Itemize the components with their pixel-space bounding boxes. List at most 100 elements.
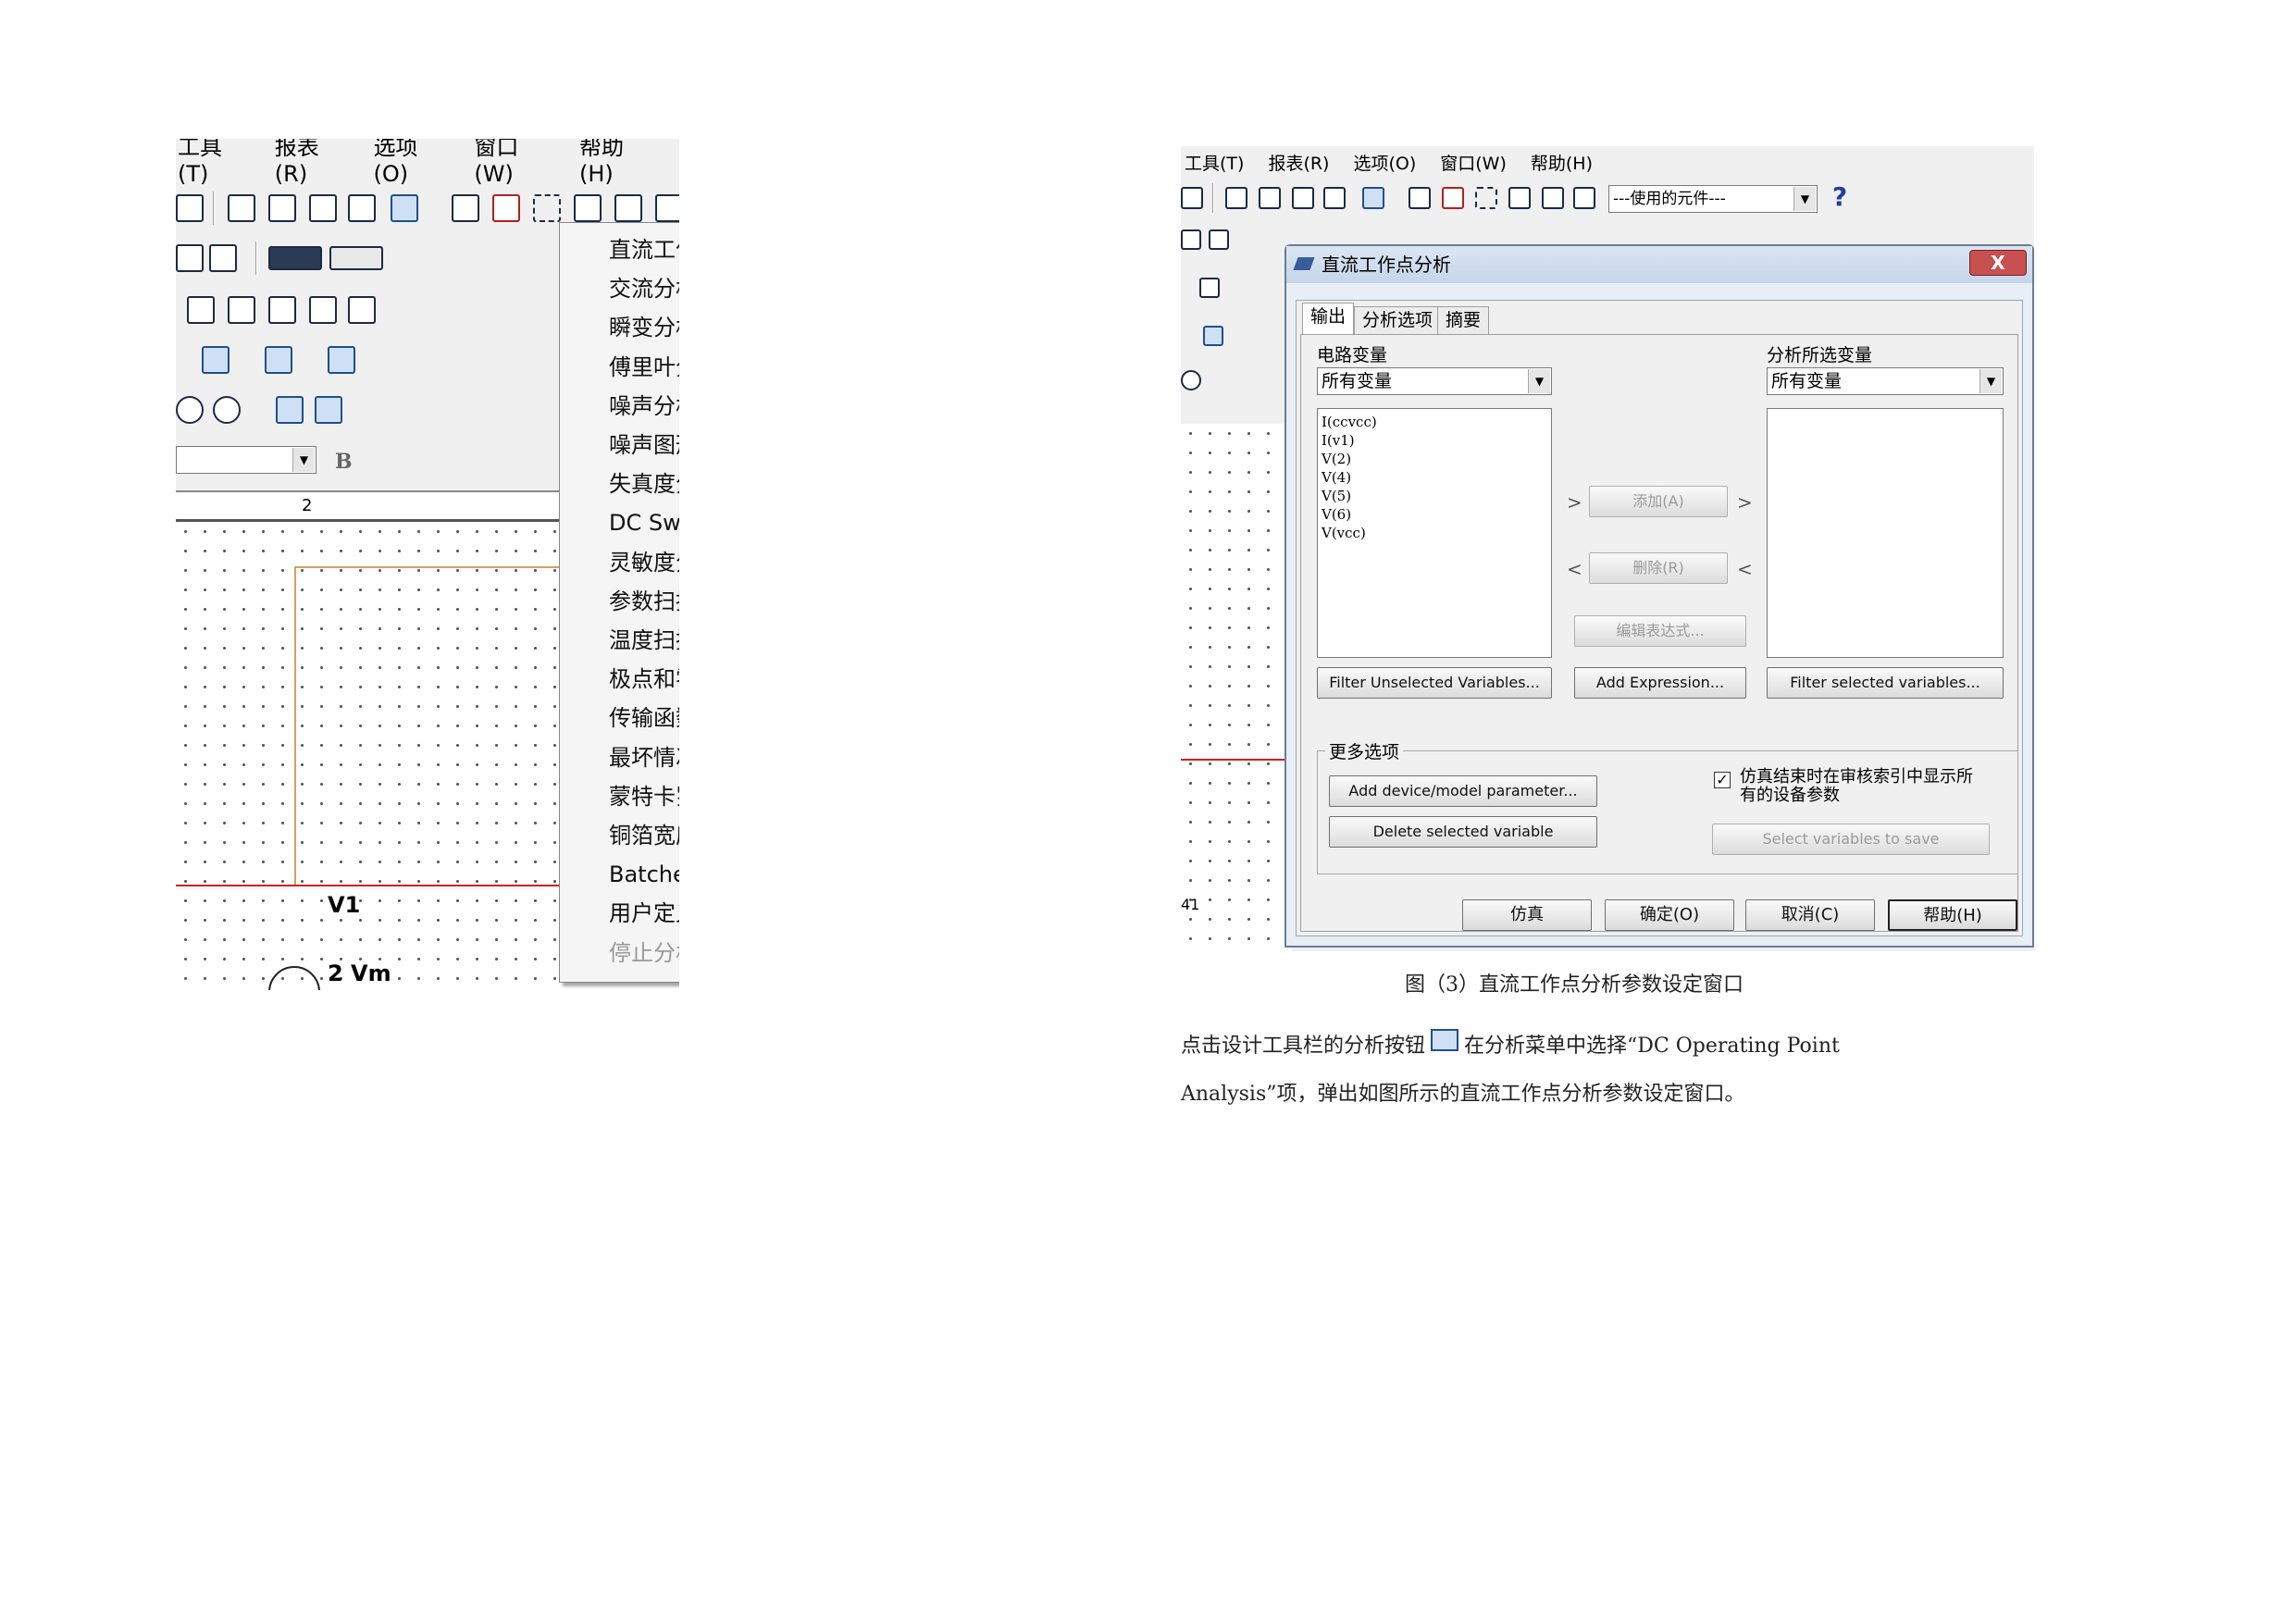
analysis-menu-item[interactable]: 失真度分析... (560, 465, 679, 503)
analysis-menu-item[interactable]: 用户定义分析... (560, 894, 679, 933)
list-item[interactable]: V(4) (1318, 468, 1551, 487)
back-annotate-icon[interactable] (1508, 187, 1531, 209)
analysis-button-icon[interactable] (391, 194, 418, 222)
hierarchy-icon[interactable] (228, 194, 255, 222)
list-item[interactable]: V(2) (1318, 450, 1551, 468)
component-wizard-icon[interactable] (1323, 187, 1346, 209)
add-expression-button[interactable]: Add Expression... (1574, 667, 1746, 699)
menu-help[interactable]: 帮助(H) (1531, 150, 1593, 175)
erc-icon[interactable] (1442, 187, 1464, 209)
analysis-menu-item[interactable]: 传输函数... (560, 699, 679, 737)
mixed-component-icon[interactable] (328, 346, 355, 374)
edit-expression-button[interactable]: 编辑表达式... (1574, 615, 1746, 647)
power-component-icon[interactable] (213, 396, 241, 424)
menu-reports[interactable]: 报表(R) (275, 139, 350, 187)
analysis-menu-item[interactable]: 直流工作点分析... (560, 230, 679, 269)
analysis-menu-item[interactable]: 交流分析... (560, 269, 679, 308)
signal-source-icon[interactable] (228, 296, 255, 324)
filter-selected-variables-button[interactable]: Filter selected variables... (1767, 667, 2004, 699)
analysis-menu-item[interactable]: 噪声分析... (560, 387, 679, 426)
analysis-button-icon[interactable] (1362, 187, 1384, 209)
electromech-component-icon[interactable] (315, 396, 342, 424)
analysis-menu-item[interactable]: 温度扫描分析... (560, 621, 679, 660)
ttl-component-icon[interactable] (202, 346, 230, 374)
probe-icon[interactable] (209, 244, 237, 272)
bold-button[interactable]: B (335, 450, 353, 474)
schematic-canvas[interactable]: 41 (1181, 424, 1292, 951)
power-source-icon[interactable] (187, 296, 215, 324)
ladder-icon[interactable] (176, 396, 204, 424)
transfer-icon[interactable] (614, 194, 642, 222)
meter-icon[interactable] (176, 244, 204, 272)
selected-variables-list[interactable] (1767, 408, 2004, 658)
tab-summary[interactable]: 摘要 (1437, 306, 1490, 334)
circuit-variables-list[interactable]: I(ccvcc) I(v1) V(2) V(4) V(5) V(6) V(vcc) (1317, 408, 1552, 658)
basic-component-icon[interactable] (268, 296, 296, 324)
cmos-component-icon[interactable] (265, 346, 292, 374)
selected-variables-filter[interactable]: 所有变量 ▼ (1767, 367, 2004, 395)
pause-switch-icon[interactable] (329, 246, 383, 270)
simulate-button[interactable]: 仿真 (1462, 899, 1592, 931)
hierarchy-icon[interactable] (1225, 187, 1247, 209)
in-use-components-combo[interactable]: ---使用的元件--- ▼ (1608, 185, 1818, 213)
forward-annotate-icon[interactable] (655, 194, 679, 222)
analysis-menu-item[interactable]: Batched Analysis... (560, 855, 679, 894)
list-item[interactable]: I(v1) (1318, 431, 1551, 450)
ladder-icon[interactable] (1181, 370, 1201, 390)
power-source-icon[interactable] (1199, 278, 1220, 298)
zoom-icon[interactable] (1181, 187, 1203, 209)
analysis-menu-item[interactable]: 最坏情况分析... (560, 738, 679, 777)
list-item[interactable]: V(vcc) (1318, 524, 1551, 542)
show-all-device-params-checkbox[interactable]: ✓ (1714, 772, 1731, 788)
tab-analysis-options[interactable]: 分析选项 (1354, 306, 1442, 334)
select-area-icon[interactable] (1475, 187, 1497, 209)
analysis-menu-item[interactable]: 蒙特卡罗... (560, 777, 679, 816)
spreadsheet-icon[interactable] (268, 194, 296, 222)
menu-window[interactable]: 窗口(W) (474, 139, 555, 187)
help-button[interactable]: 帮助(H) (1888, 899, 2017, 931)
component-wizard-icon[interactable] (348, 194, 376, 222)
list-item[interactable]: V(6) (1318, 505, 1551, 524)
font-combo[interactable]: ▼ (176, 446, 316, 474)
run-switch-icon[interactable] (268, 246, 322, 270)
menu-tools[interactable]: 工具(T) (1185, 150, 1244, 175)
analysis-menu-item[interactable]: 停止分析 (560, 934, 679, 973)
analysis-menu-item[interactable]: 傅里叶分析... (560, 348, 679, 387)
filter-unselected-variables-button[interactable]: Filter Unselected Variables... (1317, 667, 1552, 699)
tab-output[interactable]: 输出 (1302, 303, 1355, 334)
help-icon[interactable]: ? (1832, 181, 1847, 212)
postprocessor-icon[interactable] (1409, 187, 1431, 209)
database-icon[interactable] (309, 194, 337, 222)
ok-button[interactable]: 确定(O) (1605, 899, 1734, 931)
menu-options[interactable]: 选项(O) (1353, 150, 1416, 175)
diode-component-icon[interactable] (309, 296, 337, 324)
ac-source-symbol[interactable] (268, 966, 320, 990)
analysis-menu-item[interactable]: 瞬变分析... (560, 308, 679, 347)
menu-options[interactable]: 选项(O) (374, 139, 451, 187)
menu-tools[interactable]: 工具(T) (178, 139, 251, 187)
analysis-menu-item[interactable]: DC Sweep... (560, 503, 679, 542)
postprocessor-icon[interactable] (452, 194, 479, 222)
ttl-component-icon[interactable] (1203, 326, 1223, 346)
spreadsheet-icon[interactable] (1259, 187, 1281, 209)
analysis-menu-item[interactable]: 铜箔宽度分析... (560, 816, 679, 855)
rf-component-icon[interactable] (276, 396, 304, 424)
list-item[interactable]: V(5) (1318, 487, 1551, 505)
database-icon[interactable] (1292, 187, 1314, 209)
probe-icon[interactable] (1209, 229, 1229, 250)
zoom-icon[interactable] (176, 194, 204, 222)
analysis-menu-item[interactable]: 极点和零点... (560, 660, 679, 699)
select-variables-to-save-button[interactable]: Select variables to save (1712, 824, 1990, 855)
remove-button[interactable]: 删除(R) (1589, 552, 1728, 584)
transistor-component-icon[interactable] (348, 296, 376, 324)
meter-icon[interactable] (1181, 229, 1201, 250)
transfer-icon[interactable] (1542, 187, 1564, 209)
add-button[interactable]: 添加(A) (1589, 486, 1728, 517)
back-annotate-icon[interactable] (574, 194, 602, 222)
close-icon[interactable]: X (1969, 250, 2027, 276)
list-item[interactable]: I(ccvcc) (1318, 413, 1551, 431)
analysis-menu-item[interactable]: 噪声图形分析... (560, 426, 679, 465)
analysis-menu-item[interactable]: 灵敏度分析... (560, 543, 679, 582)
erc-icon[interactable] (492, 194, 520, 222)
cancel-button[interactable]: 取消(C) (1745, 899, 1875, 931)
